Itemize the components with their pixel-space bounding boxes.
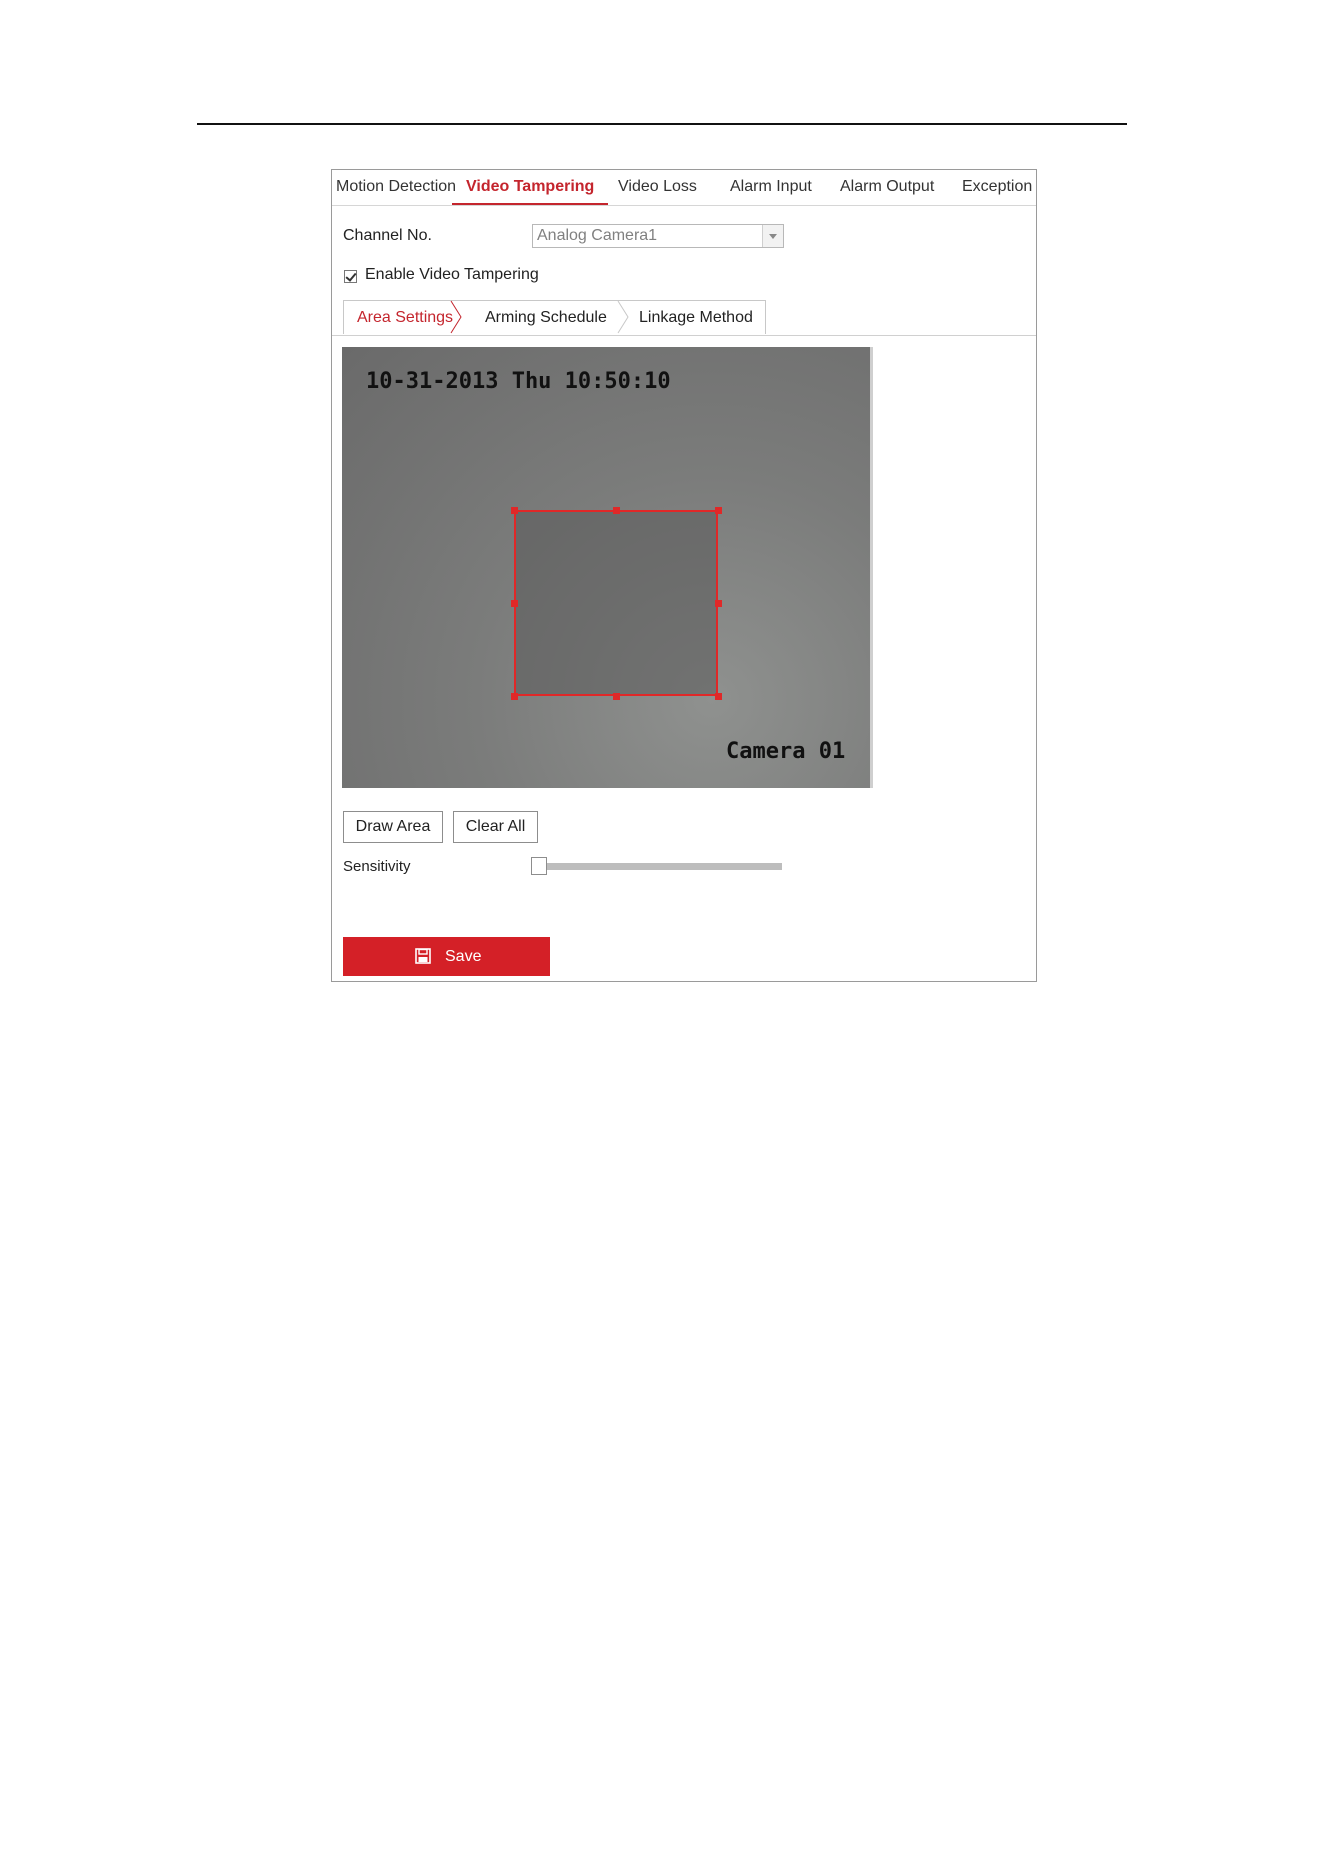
tab-alarm-input[interactable]: Alarm Input	[730, 176, 812, 204]
page-header-rule	[197, 123, 1127, 125]
tab-separator-icon	[617, 300, 629, 334]
tab-linkage-method[interactable]: Linkage Method	[639, 309, 753, 327]
area-resize-handle[interactable]	[715, 600, 722, 607]
tab-exception[interactable]: Exception	[962, 176, 1032, 204]
event-tabs: Motion Detection Video Tampering Video L…	[332, 170, 1036, 206]
video-timestamp-overlay: 10-31-2013 Thu 10:50:10	[366, 369, 671, 394]
clear-all-button[interactable]: Clear All	[453, 811, 538, 843]
enable-video-tampering-checkbox[interactable]	[344, 270, 357, 283]
video-tampering-panel: Motion Detection Video Tampering Video L…	[331, 169, 1037, 982]
enable-video-tampering-label: Enable Video Tampering	[365, 266, 539, 283]
tab-video-loss[interactable]: Video Loss	[618, 176, 697, 204]
area-resize-handle[interactable]	[511, 693, 518, 700]
channel-select-value: Analog Camera1	[537, 227, 658, 244]
area-resize-handle[interactable]	[715, 507, 722, 514]
channel-select[interactable]: Analog Camera1	[532, 224, 784, 248]
area-resize-handle[interactable]	[511, 600, 518, 607]
area-resize-handle[interactable]	[613, 507, 620, 514]
tampering-area-box[interactable]	[514, 510, 718, 696]
area-resize-handle[interactable]	[511, 507, 518, 514]
channel-label: Channel No.	[343, 227, 432, 244]
sensitivity-slider-track[interactable]	[537, 863, 782, 870]
save-button[interactable]: Save	[343, 937, 550, 976]
tab-area-settings[interactable]: Area Settings	[357, 309, 453, 327]
sensitivity-slider-handle[interactable]	[531, 857, 547, 875]
floppy-disk-icon	[415, 948, 431, 964]
live-video-preview[interactable]: 10-31-2013 Thu 10:50:10 Camera 01	[342, 347, 873, 788]
video-camera-name-overlay: Camera 01	[726, 739, 846, 764]
area-resize-handle[interactable]	[715, 693, 722, 700]
draw-area-button[interactable]: Draw Area	[343, 811, 443, 843]
tab-separator-icon	[450, 300, 462, 334]
sensitivity-label: Sensitivity	[343, 858, 411, 875]
area-resize-handle[interactable]	[613, 693, 620, 700]
tab-video-tampering[interactable]: Video Tampering	[452, 176, 609, 205]
chevron-down-icon[interactable]	[762, 225, 783, 247]
tab-arming-schedule[interactable]: Arming Schedule	[485, 309, 607, 327]
tab-alarm-output[interactable]: Alarm Output	[840, 176, 934, 204]
tab-motion-detection[interactable]: Motion Detection	[336, 176, 456, 204]
save-button-label: Save	[445, 948, 482, 965]
settings-sub-tabs: Area Settings Arming Schedule Linkage Me…	[332, 300, 1036, 336]
